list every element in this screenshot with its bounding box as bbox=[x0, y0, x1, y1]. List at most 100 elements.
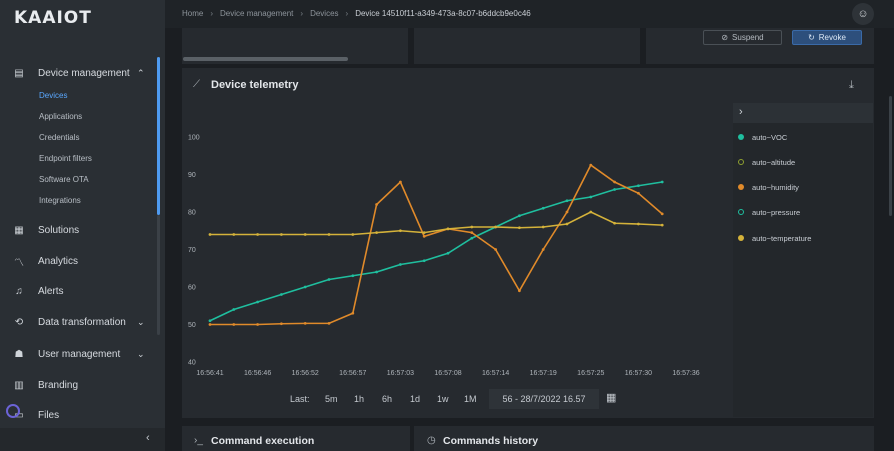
kaaiot-logo[interactable]: KAAIOT bbox=[14, 8, 92, 28]
breadcrumb-home[interactable]: Home bbox=[182, 9, 203, 18]
data-point[interactable] bbox=[541, 225, 545, 229]
breadcrumb-device-management[interactable]: Device management bbox=[220, 9, 293, 18]
data-point[interactable] bbox=[660, 180, 664, 184]
data-point[interactable] bbox=[518, 214, 521, 218]
data-point[interactable] bbox=[351, 274, 355, 278]
data-point[interactable] bbox=[256, 323, 259, 326]
data-point[interactable] bbox=[375, 231, 378, 235]
range-5m[interactable]: 5m bbox=[325, 394, 338, 404]
sidebar-scrollbar-track[interactable] bbox=[157, 215, 160, 335]
data-point[interactable] bbox=[470, 225, 474, 229]
sidebar-item-alerts[interactable]: ♫ Alerts bbox=[0, 280, 160, 302]
legend-item[interactable]: auto~VOC bbox=[738, 131, 787, 143]
data-point[interactable] bbox=[613, 221, 616, 225]
data-point[interactable] bbox=[494, 225, 497, 229]
sidebar-item-solutions[interactable]: ▦ Solutions bbox=[0, 219, 160, 241]
data-point[interactable] bbox=[280, 293, 283, 296]
data-point[interactable] bbox=[327, 278, 331, 281]
data-point[interactable] bbox=[589, 195, 593, 199]
legend-item[interactable]: auto~humidity bbox=[738, 181, 799, 193]
data-point[interactable] bbox=[303, 321, 307, 325]
data-point[interactable] bbox=[470, 231, 474, 235]
breadcrumb-devices[interactable]: Devices bbox=[310, 9, 338, 18]
data-point[interactable] bbox=[660, 223, 664, 227]
horizontal-scrollbar[interactable] bbox=[183, 57, 348, 61]
range-1m[interactable]: 1M bbox=[464, 394, 477, 404]
legend-item[interactable]: auto~altitude bbox=[738, 156, 795, 168]
suspend-button[interactable]: ⊘ Suspend bbox=[703, 30, 782, 45]
legend-item[interactable]: auto~pressure bbox=[738, 206, 800, 218]
data-point[interactable] bbox=[446, 251, 450, 255]
data-point[interactable] bbox=[422, 234, 426, 238]
sidebar-collapse-button[interactable]: ‹ bbox=[0, 428, 165, 451]
user-account-button[interactable]: ☺ bbox=[852, 3, 874, 25]
data-point[interactable] bbox=[375, 203, 378, 206]
data-point[interactable] bbox=[565, 210, 569, 214]
range-1d[interactable]: 1d bbox=[410, 394, 420, 404]
sidebar-item-branding[interactable]: ▥ Branding bbox=[0, 374, 160, 396]
revoke-button[interactable]: ↻ Revoke bbox=[792, 30, 862, 45]
data-point[interactable] bbox=[399, 229, 402, 233]
data-point[interactable] bbox=[541, 248, 545, 251]
calendar-icon[interactable]: ▦ bbox=[606, 391, 616, 404]
data-point[interactable] bbox=[327, 321, 331, 325]
download-icon[interactable]: ⤓ bbox=[849, 79, 854, 92]
data-point[interactable] bbox=[351, 233, 355, 236]
data-point[interactable] bbox=[256, 300, 259, 304]
sidebar-item-device-management[interactable]: ▤ Device management ⌃ bbox=[0, 62, 160, 84]
sidebar-item-analytics[interactable]: 〽 Analytics bbox=[0, 250, 160, 272]
data-point[interactable] bbox=[280, 322, 283, 326]
data-point[interactable] bbox=[470, 236, 474, 240]
range-1w[interactable]: 1w bbox=[437, 394, 449, 404]
data-point[interactable] bbox=[446, 227, 450, 231]
sidebar-item-user-management[interactable]: ☗ User management ⌄ bbox=[0, 343, 160, 365]
data-point[interactable] bbox=[399, 263, 402, 266]
data-point[interactable] bbox=[660, 212, 664, 216]
range-6h[interactable]: 6h bbox=[382, 394, 392, 404]
data-point[interactable] bbox=[637, 184, 640, 188]
sidebar-subitem-software-ota[interactable]: Software OTA bbox=[39, 175, 89, 184]
page-scrollbar[interactable] bbox=[889, 96, 892, 216]
data-point[interactable] bbox=[208, 319, 212, 323]
range-1h[interactable]: 1h bbox=[354, 394, 364, 404]
data-point[interactable] bbox=[351, 311, 355, 315]
data-point[interactable] bbox=[637, 222, 640, 226]
data-point[interactable] bbox=[541, 206, 545, 210]
data-point[interactable] bbox=[399, 180, 402, 184]
legend-item[interactable]: auto~temperature bbox=[738, 232, 811, 244]
sidebar-subitem-applications[interactable]: Applications bbox=[39, 112, 82, 121]
legend-toggle[interactable]: › bbox=[733, 103, 873, 123]
sidebar-item-files[interactable]: ▭ Files bbox=[0, 404, 160, 426]
data-point[interactable] bbox=[613, 180, 616, 184]
data-point[interactable] bbox=[565, 199, 569, 203]
data-point[interactable] bbox=[208, 323, 212, 326]
data-point[interactable] bbox=[280, 233, 283, 236]
data-point[interactable] bbox=[518, 226, 521, 230]
data-point[interactable] bbox=[256, 233, 259, 236]
data-point[interactable] bbox=[637, 191, 640, 195]
data-point[interactable] bbox=[232, 233, 236, 236]
sidebar-subitem-integrations[interactable]: Integrations bbox=[39, 196, 81, 205]
data-point[interactable] bbox=[232, 308, 236, 311]
sidebar-scrollbar-thumb[interactable] bbox=[157, 57, 160, 215]
data-point[interactable] bbox=[303, 233, 307, 236]
data-point[interactable] bbox=[518, 289, 521, 293]
sidebar-item-data-transformation[interactable]: ⟲ Data transformation ⌄ bbox=[0, 311, 160, 333]
sidebar-subitem-devices[interactable]: Devices bbox=[39, 91, 67, 100]
chat-icon[interactable] bbox=[6, 404, 20, 418]
data-point[interactable] bbox=[375, 270, 378, 274]
data-point[interactable] bbox=[494, 248, 497, 251]
data-point[interactable] bbox=[327, 233, 331, 236]
data-point[interactable] bbox=[303, 285, 307, 289]
data-point[interactable] bbox=[613, 188, 616, 191]
data-point[interactable] bbox=[422, 259, 426, 263]
data-point[interactable] bbox=[422, 231, 426, 235]
data-point[interactable] bbox=[589, 163, 593, 167]
date-range-field[interactable]: 56 - 28/7/2022 16.57 bbox=[489, 389, 599, 409]
data-point[interactable] bbox=[565, 222, 569, 226]
data-point[interactable] bbox=[208, 233, 212, 236]
sidebar-subitem-endpoint-filters[interactable]: Endpoint filters bbox=[39, 154, 92, 163]
sidebar-subitem-credentials[interactable]: Credentials bbox=[39, 133, 79, 142]
data-point[interactable] bbox=[589, 210, 593, 214]
data-point[interactable] bbox=[232, 323, 236, 326]
